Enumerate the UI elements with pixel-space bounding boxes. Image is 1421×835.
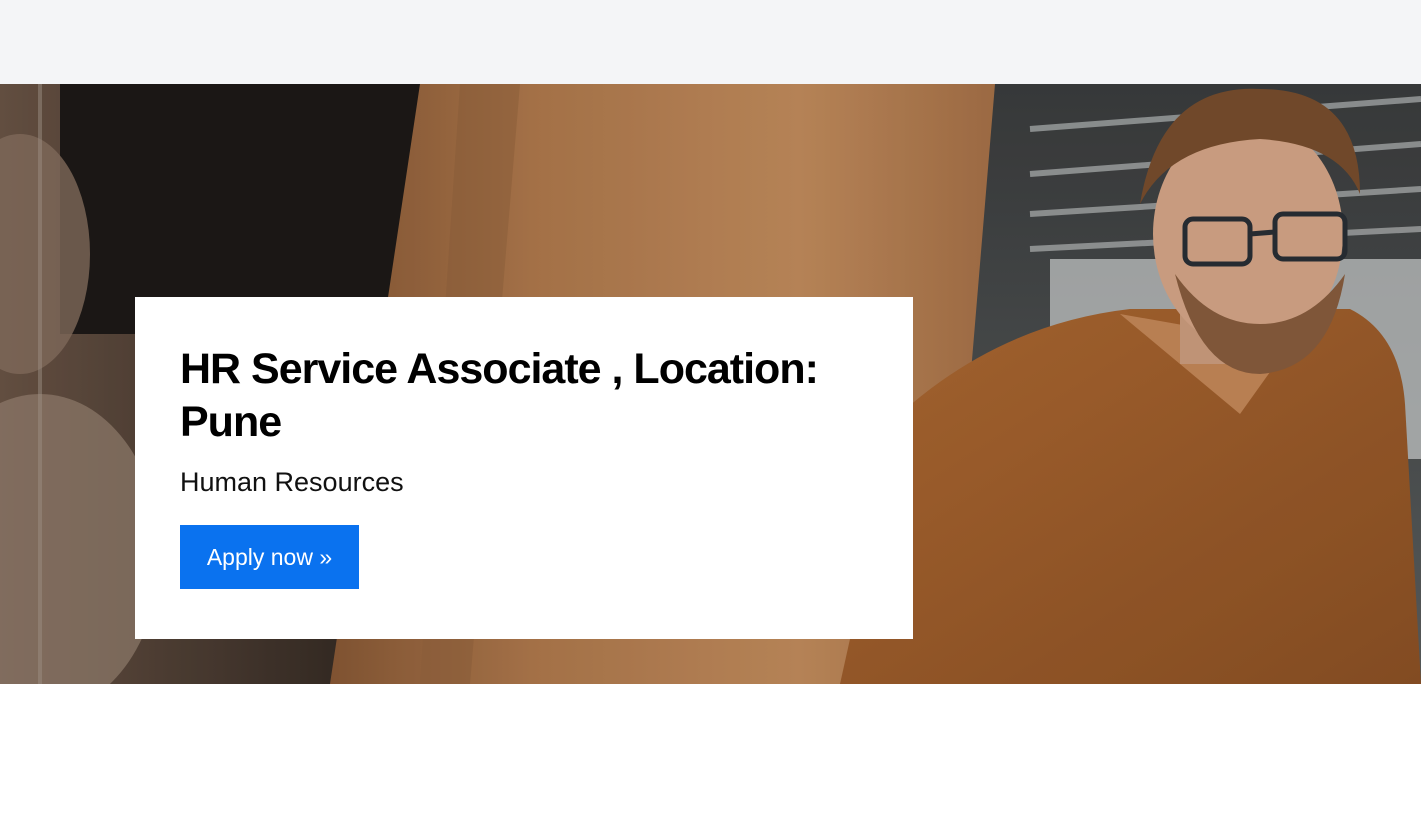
job-department: Human Resources: [180, 467, 404, 497]
apply-now-button[interactable]: Apply now »: [180, 525, 359, 589]
job-card: HR Service Associate , Location: Pune Hu…: [135, 297, 913, 639]
page-content-area: [0, 684, 1421, 835]
top-bar: [0, 0, 1421, 84]
hero-banner: HR Service Associate , Location: Pune Hu…: [0, 84, 1421, 684]
job-title: HR Service Associate , Location: Pune: [180, 345, 819, 446]
